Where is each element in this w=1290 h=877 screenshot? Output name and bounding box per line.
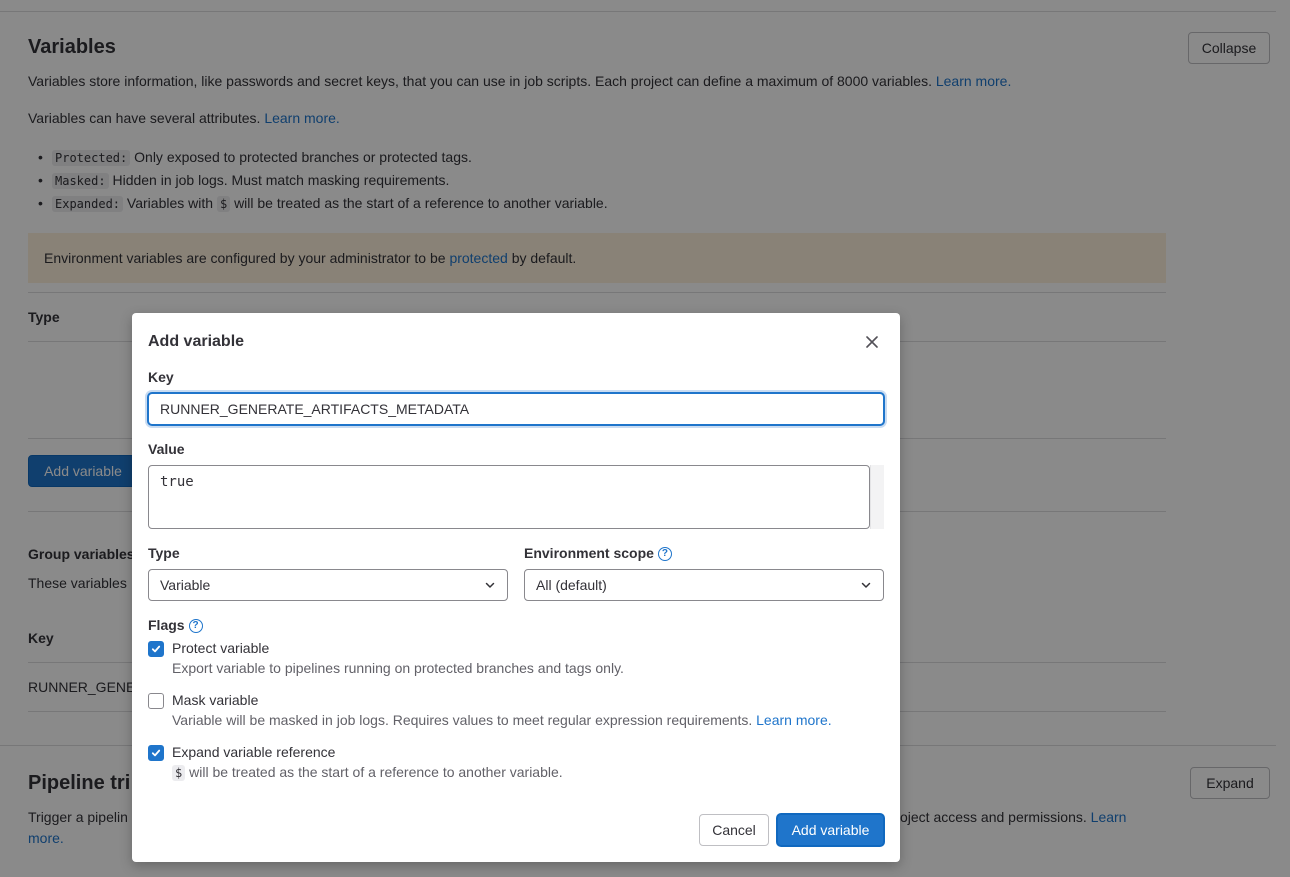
chevron-down-icon [861, 582, 871, 588]
protect-variable-label[interactable]: Protect variable [172, 640, 269, 656]
flags-label-wrap: Flags? [148, 617, 203, 634]
env-scope-value: All (default) [536, 577, 607, 593]
close-icon[interactable] [862, 332, 882, 352]
protect-variable-checkbox[interactable] [148, 641, 164, 657]
value-label: Value [148, 441, 185, 457]
env-scope-label: Environment scope [524, 545, 654, 561]
check-icon [151, 645, 161, 653]
flags-label: Flags [148, 617, 185, 633]
mask-learn-more-link[interactable]: Learn more. [756, 712, 831, 728]
type-select-value: Variable [160, 577, 211, 593]
question-icon[interactable]: ? [188, 619, 203, 634]
modal-title: Add variable [148, 333, 245, 350]
add-variable-modal: Add variable Key RUNNER_GENERATE_ARTIFAC… [132, 313, 900, 862]
expand-variable-label[interactable]: Expand variable reference [172, 744, 335, 760]
protect-variable-help: Export variable to pipelines running on … [172, 660, 624, 676]
mask-variable-help: Variable will be masked in job logs. Req… [172, 712, 753, 728]
chevron-down-icon [485, 582, 495, 588]
mask-variable-label[interactable]: Mask variable [172, 692, 258, 708]
key-input[interactable]: RUNNER_GENERATE_ARTIFACTS_METADATA [148, 393, 884, 425]
check-icon [151, 749, 161, 757]
mask-variable-checkbox[interactable] [148, 693, 164, 709]
type-select[interactable]: Variable [148, 569, 508, 601]
env-scope-select[interactable]: All (default) [524, 569, 884, 601]
add-variable-submit-button[interactable]: Add variable [777, 814, 884, 846]
expand-variable-checkbox[interactable] [148, 745, 164, 761]
type-label: Type [148, 545, 180, 561]
code-chip: $ [172, 765, 186, 781]
mask-variable-help-wrap: Variable will be masked in job logs. Req… [172, 712, 832, 728]
env-scope-label-wrap: Environment scope? [524, 545, 672, 562]
value-scrollbar[interactable] [870, 465, 884, 529]
expand-variable-help: will be treated as the start of a refere… [189, 764, 563, 780]
question-icon[interactable]: ? [657, 547, 672, 562]
value-textarea[interactable]: true [148, 465, 870, 529]
expand-variable-help-wrap: $ will be treated as the start of a refe… [172, 764, 563, 781]
cancel-button[interactable]: Cancel [699, 814, 769, 846]
key-label: Key [148, 369, 174, 385]
